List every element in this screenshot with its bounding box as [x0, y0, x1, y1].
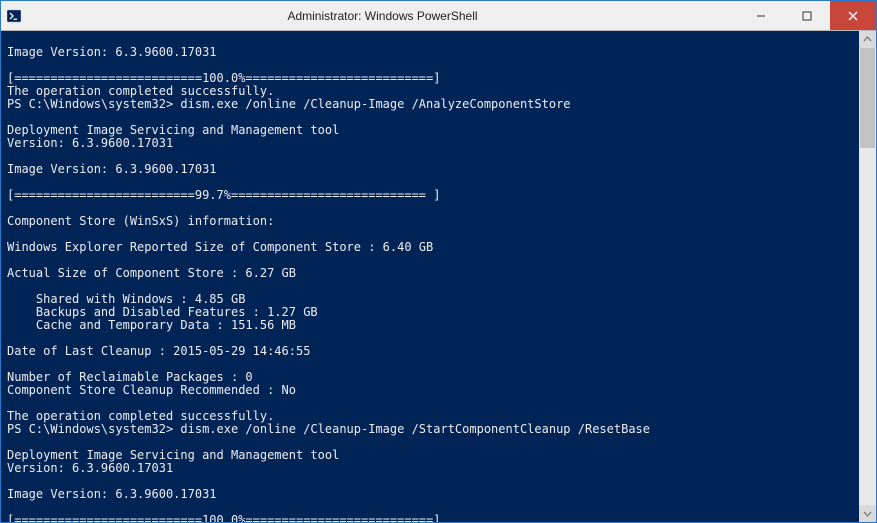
titlebar[interactable]: Administrator: Windows PowerShell	[1, 1, 876, 31]
vertical-scrollbar[interactable]	[859, 31, 876, 522]
scroll-down-button[interactable]	[859, 505, 876, 522]
console-output[interactable]: Image Version: 6.3.9600.17031 [=========…	[1, 31, 859, 522]
app-icon	[1, 1, 27, 30]
scrollbar-thumb[interactable]	[860, 48, 875, 148]
close-button[interactable]	[830, 1, 876, 30]
window-title: Administrator: Windows PowerShell	[27, 1, 738, 30]
powershell-window: Administrator: Windows PowerShell Image …	[0, 0, 877, 523]
scrollbar-track[interactable]	[859, 48, 876, 505]
maximize-button[interactable]	[784, 1, 830, 30]
minimize-button[interactable]	[738, 1, 784, 30]
window-controls	[738, 1, 876, 30]
client-area: Image Version: 6.3.9600.17031 [=========…	[1, 31, 876, 522]
scroll-up-button[interactable]	[859, 31, 876, 48]
